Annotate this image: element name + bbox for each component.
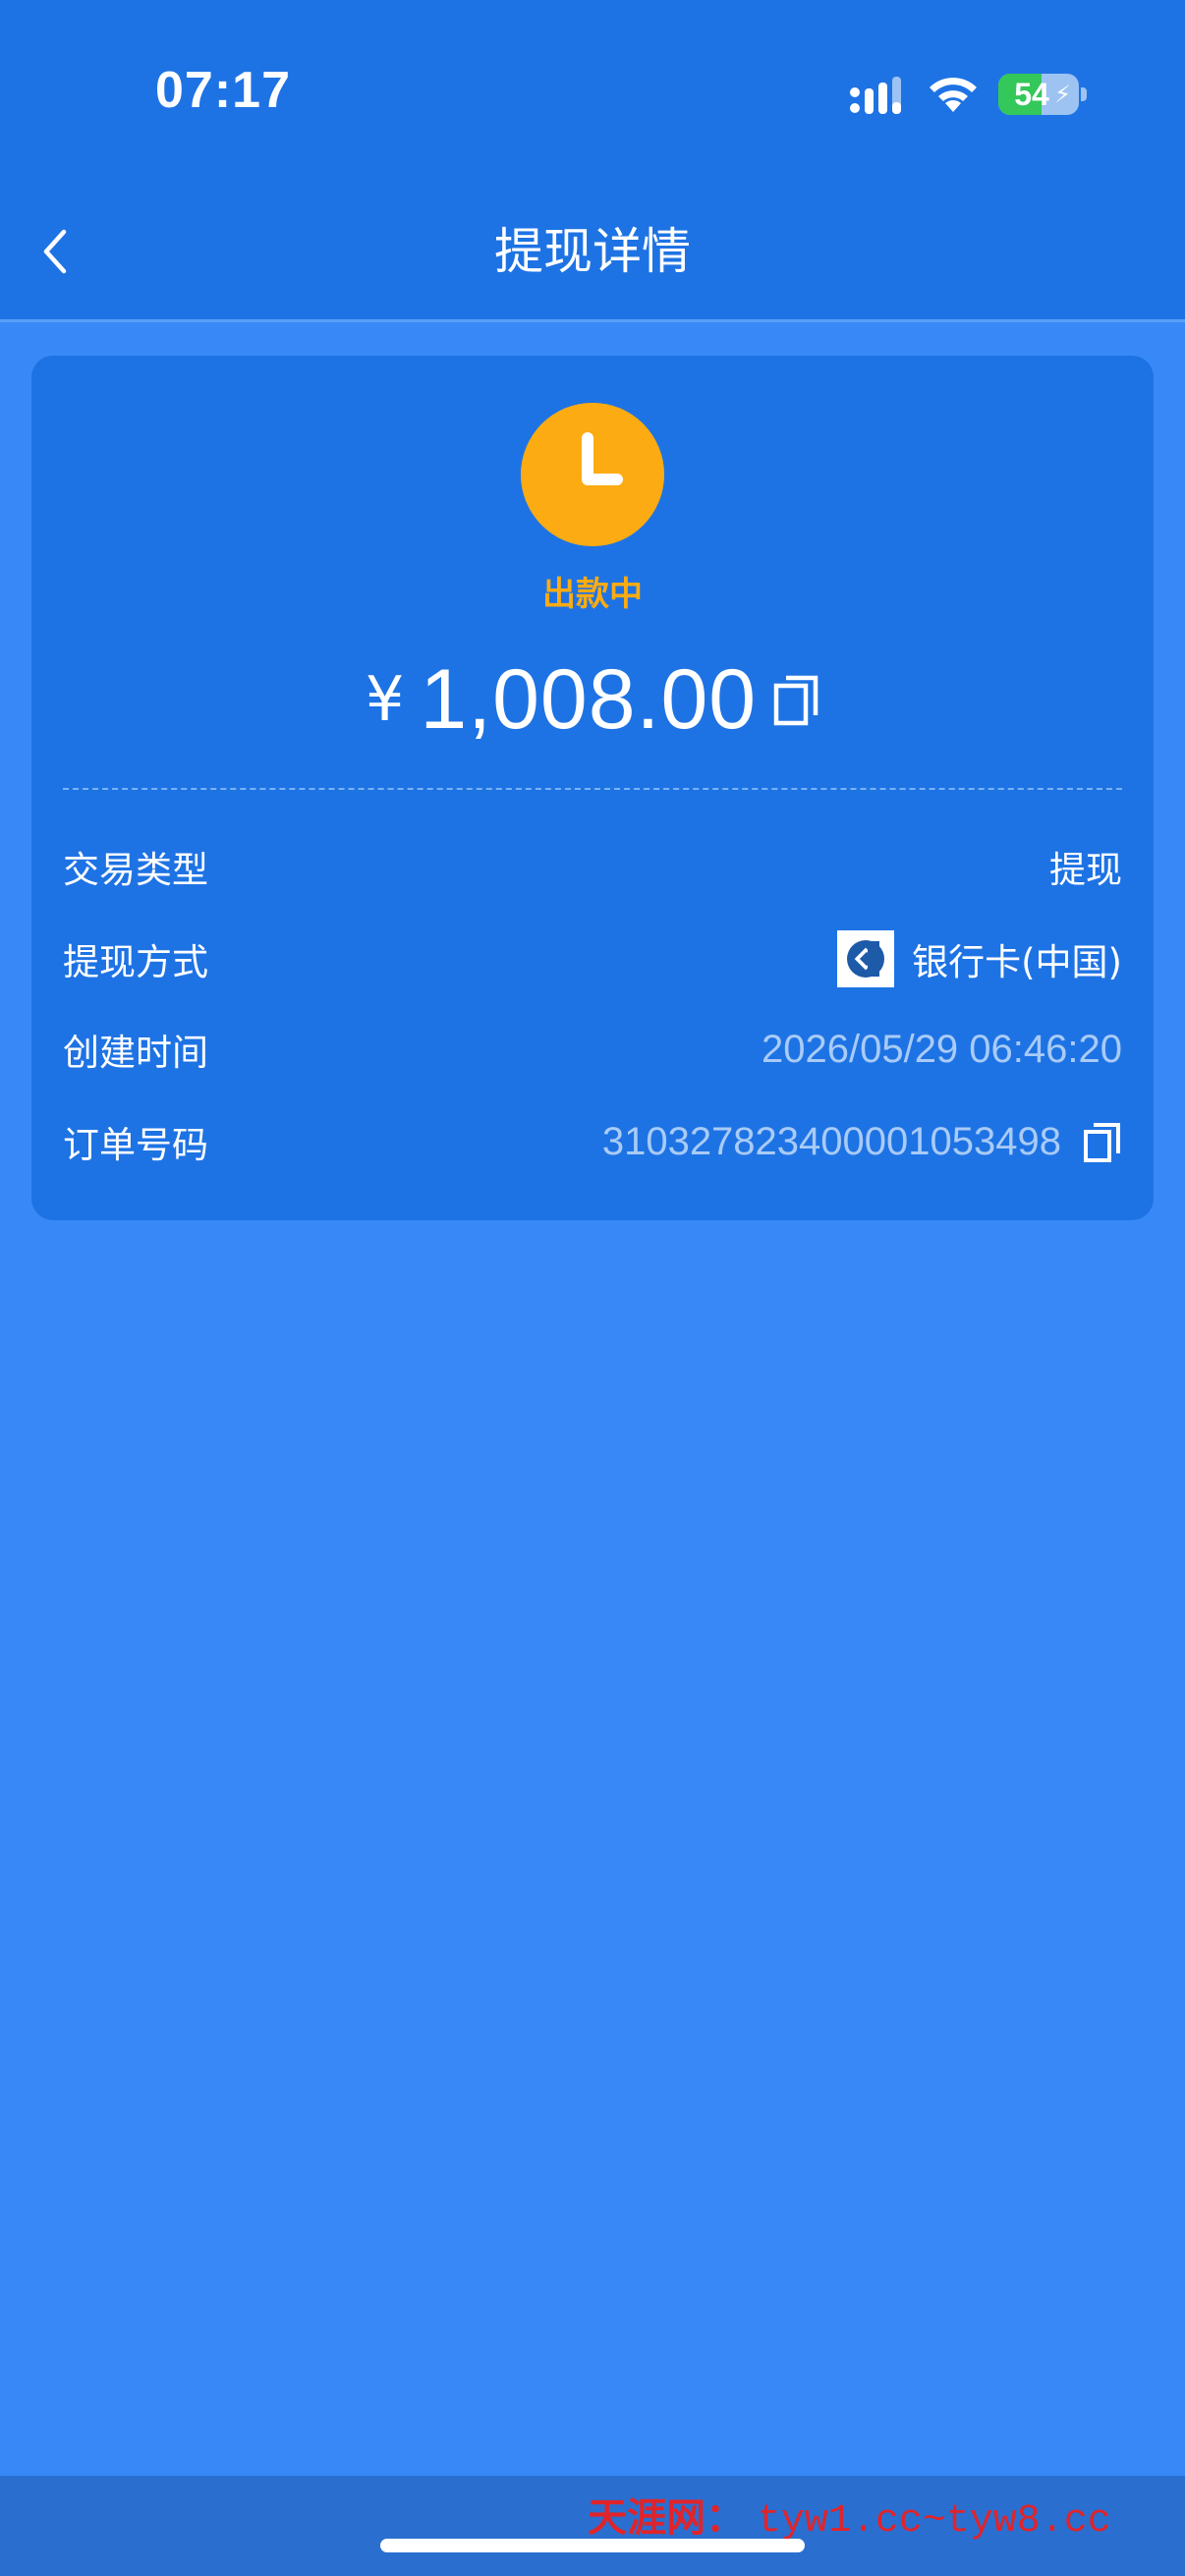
status-badge: 出款中 [542, 575, 643, 614]
amount-row: ¥ 1,008.00 [31, 641, 1154, 758]
row-created-time: 创建时间 2026/05/29 06:46:20 [63, 1014, 1122, 1085]
wifi-icon [930, 78, 977, 112]
row-order-number: 订单号码 310327823400001053498 [63, 1106, 1122, 1177]
currency-symbol: ¥ [365, 663, 405, 735]
bank-logo-icon [837, 930, 895, 987]
watermark: 天涯网： tyw1.cc~tyw8.cc [588, 2486, 1183, 2544]
battery-nub [1081, 87, 1087, 101]
row-value: 提现 [1049, 849, 1122, 891]
watermark-links: tyw1.cc~tyw8.cc [757, 2499, 1111, 2544]
row-value: 银行卡(中国) [912, 941, 1122, 983]
battery-indicator: 54 ⚡ [998, 74, 1079, 115]
page-title: 提现详情 [494, 223, 691, 280]
signal-icon [850, 77, 901, 114]
charging-bolt-icon: ⚡ [1054, 81, 1071, 108]
home-indicator[interactable] [380, 2539, 805, 2552]
dashed-divider [63, 788, 1122, 790]
row-transaction-type: 交易类型 提现 [63, 831, 1122, 902]
row-label: 交易类型 [63, 849, 208, 891]
copy-icon[interactable] [1083, 1120, 1122, 1163]
row-withdraw-method: 提现方式 银行卡(中国) [63, 924, 1122, 994]
header: 07:17 54 ⚡ 提现详情 [0, 0, 1185, 322]
copy-icon[interactable] [772, 670, 819, 729]
status-time: 07:17 [155, 62, 291, 119]
withdrawal-card: 出款中 ¥ 1,008.00 交易类型 提现 提现方式 银行卡(中国) 创建时间… [31, 356, 1154, 1220]
clock-icon [521, 403, 664, 546]
withdrawal-detail-screen: 07:17 54 ⚡ 提现详情 出款中 ¥ 1,008.00 交易类型 提现 提… [0, 0, 1185, 2576]
amount-value: 1,008.00 [420, 652, 758, 747]
row-value-wrap: 310327823400001053498 [602, 1120, 1122, 1164]
row-label: 提现方式 [63, 941, 208, 983]
row-label: 创建时间 [63, 1032, 208, 1074]
row-value-wrap: 银行卡(中国) [837, 930, 1122, 987]
watermark-brand: 天涯网： [588, 2494, 745, 2541]
bank-logo-mark [847, 940, 885, 978]
row-label: 订单号码 [63, 1124, 208, 1166]
row-value: 2026/05/29 06:46:20 [761, 1027, 1122, 1071]
row-value: 310327823400001053498 [601, 1119, 1061, 1163]
